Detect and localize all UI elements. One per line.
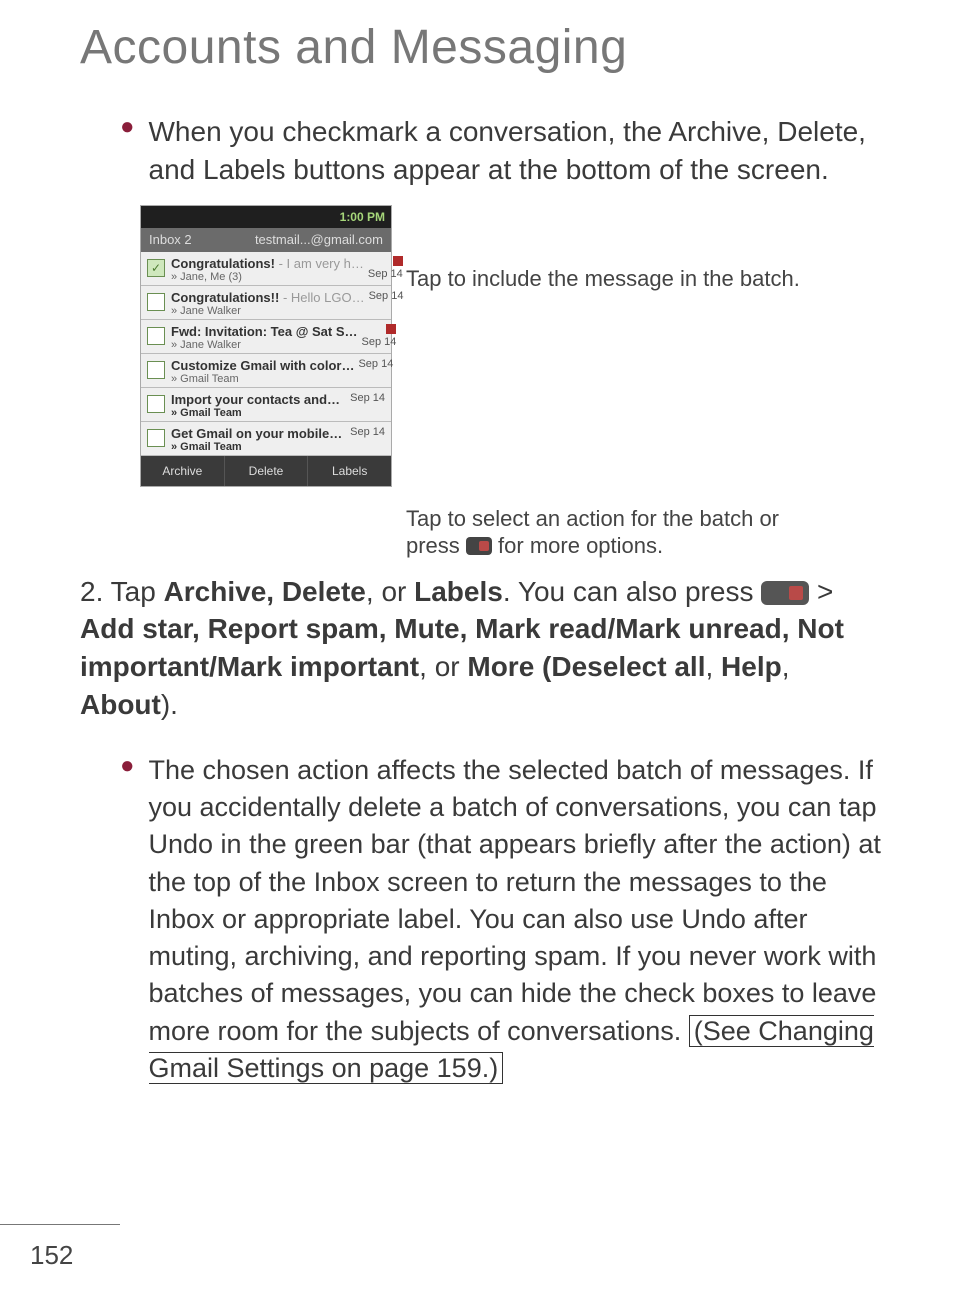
mail-right: Sep 14 [369,290,404,302]
step2-mid5: , [782,651,790,682]
mail-subject: Congratulations! - I am very h… [171,256,364,271]
mail-from: » Jane, Me (3) [171,271,364,283]
callout-bottom: Tap to select an action for the batch or… [406,505,779,559]
mail-content: Congratulations!! - Hello LGO…» Jane Wal… [171,290,365,317]
callout-bottom-b-pre: press [406,533,460,559]
mail-date: Sep 14 [358,358,393,370]
mail-from: » Jane Walker [171,305,365,317]
mail-date: Sep 14 [350,392,385,404]
mail-subject: Congratulations!! - Hello LGO… [171,290,365,305]
step2-end: ). [161,689,178,720]
step2-b4: More (Deselect all [467,651,705,682]
mail-subject: Fwd: Invitation: Tea @ Sat S… [171,324,358,339]
mail-checkbox[interactable] [147,395,165,413]
step-2: 2. Tap Archive, Delete, or Labels. You c… [80,573,894,724]
phone-statusbar: 1:00 PM [141,206,391,228]
bullet-icon: ● [120,115,135,139]
phone-screenshot: 1:00 PM Inbox 2 testmail...@gmail.com ✓ C… [140,205,392,487]
mail-from: » Jane Walker [171,339,358,351]
step2-mid4: , [705,651,721,682]
status-time: 1:00 PM [340,210,385,224]
phone-header-left: Inbox 2 [149,232,192,247]
menu-key-icon [466,537,492,555]
mail-from: » Gmail Team [171,441,346,453]
flag-icon [386,324,396,334]
callout-bottom-a: Tap to select an action for the batch or [406,506,779,532]
mail-from: » Gmail Team [171,407,346,419]
labels-button[interactable]: Labels [308,456,391,486]
step2-prefix: 2. Tap [80,576,164,607]
mail-right: Sep 14 [358,358,393,370]
mail-row[interactable]: Customize Gmail with color…» Gmail Team S… [141,354,391,388]
mail-content: Get Gmail on your mobile…» Gmail Team [171,426,346,453]
mail-from: » Gmail Team [171,373,354,385]
mail-checkbox[interactable] [147,327,165,345]
menu-key-icon [761,581,809,605]
phone-header-right: testmail...@gmail.com [255,232,383,247]
mail-preview: - I am very h… [275,256,364,271]
mail-checkbox[interactable]: ✓ [147,259,165,277]
step2-mid3: , or [419,651,467,682]
mail-subject: Customize Gmail with color… [171,358,354,373]
bullet-icon: ● [120,754,135,778]
mail-checkbox[interactable] [147,361,165,379]
mail-content: Fwd: Invitation: Tea @ Sat S…» Jane Walk… [171,324,358,351]
mail-preview: - Hello LGO… [279,290,364,305]
flag-icon [393,256,403,266]
page-number: 152 [30,1240,73,1271]
page-title: Accounts and Messaging [80,20,894,75]
mail-row[interactable]: Fwd: Invitation: Tea @ Sat S…» Jane Walk… [141,320,391,354]
mail-row[interactable]: ✓ Congratulations! - I am very h…» Jane, … [141,252,391,286]
mail-right: Sep 14 [350,392,385,404]
callout-bottom-b-post: for more options. [498,533,663,559]
mail-right: Sep 14 [368,256,403,280]
mail-content: Customize Gmail with color…» Gmail Team [171,358,354,385]
step2-mid1: , or [366,576,414,607]
mail-content: Congratulations! - I am very h…» Jane, M… [171,256,364,283]
sub-bullet-text: The chosen action affects the selected b… [149,752,895,1087]
step2-b6: About [80,689,161,720]
sub-bullet-body: The chosen action affects the selected b… [149,755,881,1046]
mail-date: Sep 14 [350,426,385,438]
top-bullet-text: When you checkmark a conversation, the A… [149,113,895,189]
mail-row[interactable]: Get Gmail on your mobile…» Gmail Team Sep… [141,422,391,456]
step2-gt: > [809,576,833,607]
step2-b2: Labels [414,576,503,607]
mail-content: Import your contacts and…» Gmail Team [171,392,346,419]
step2-b5: Help [721,651,782,682]
sub-bullet: ● The chosen action affects the selected… [120,752,894,1087]
mail-date: Sep 14 [369,290,404,302]
step2-b1: Archive, Delete [164,576,366,607]
mail-checkbox[interactable] [147,429,165,447]
phone-header: Inbox 2 testmail...@gmail.com [141,228,391,252]
mail-subject: Import your contacts and… [171,392,346,407]
mail-row[interactable]: Congratulations!! - Hello LGO…» Jane Wal… [141,286,391,320]
mail-checkbox[interactable] [147,293,165,311]
top-bullet: ● When you checkmark a conversation, the… [120,113,894,189]
callout-top-text: Tap to include the message in the batch. [406,266,800,292]
phone-action-bar: Archive Delete Labels [141,456,391,486]
step2-mid2: . You can also press [503,576,761,607]
mail-date: Sep 14 [368,268,403,280]
callout-top: Tap to include the message in the batch. [406,265,800,292]
delete-button[interactable]: Delete [225,456,309,486]
mail-subject: Get Gmail on your mobile… [171,426,346,441]
mail-right: Sep 14 [362,324,397,348]
mail-row[interactable]: Import your contacts and…» Gmail Team Sep… [141,388,391,422]
mail-date: Sep 14 [362,336,397,348]
archive-button[interactable]: Archive [141,456,225,486]
mail-list: ✓ Congratulations! - I am very h…» Jane, … [141,252,391,456]
mail-right: Sep 14 [350,426,385,438]
